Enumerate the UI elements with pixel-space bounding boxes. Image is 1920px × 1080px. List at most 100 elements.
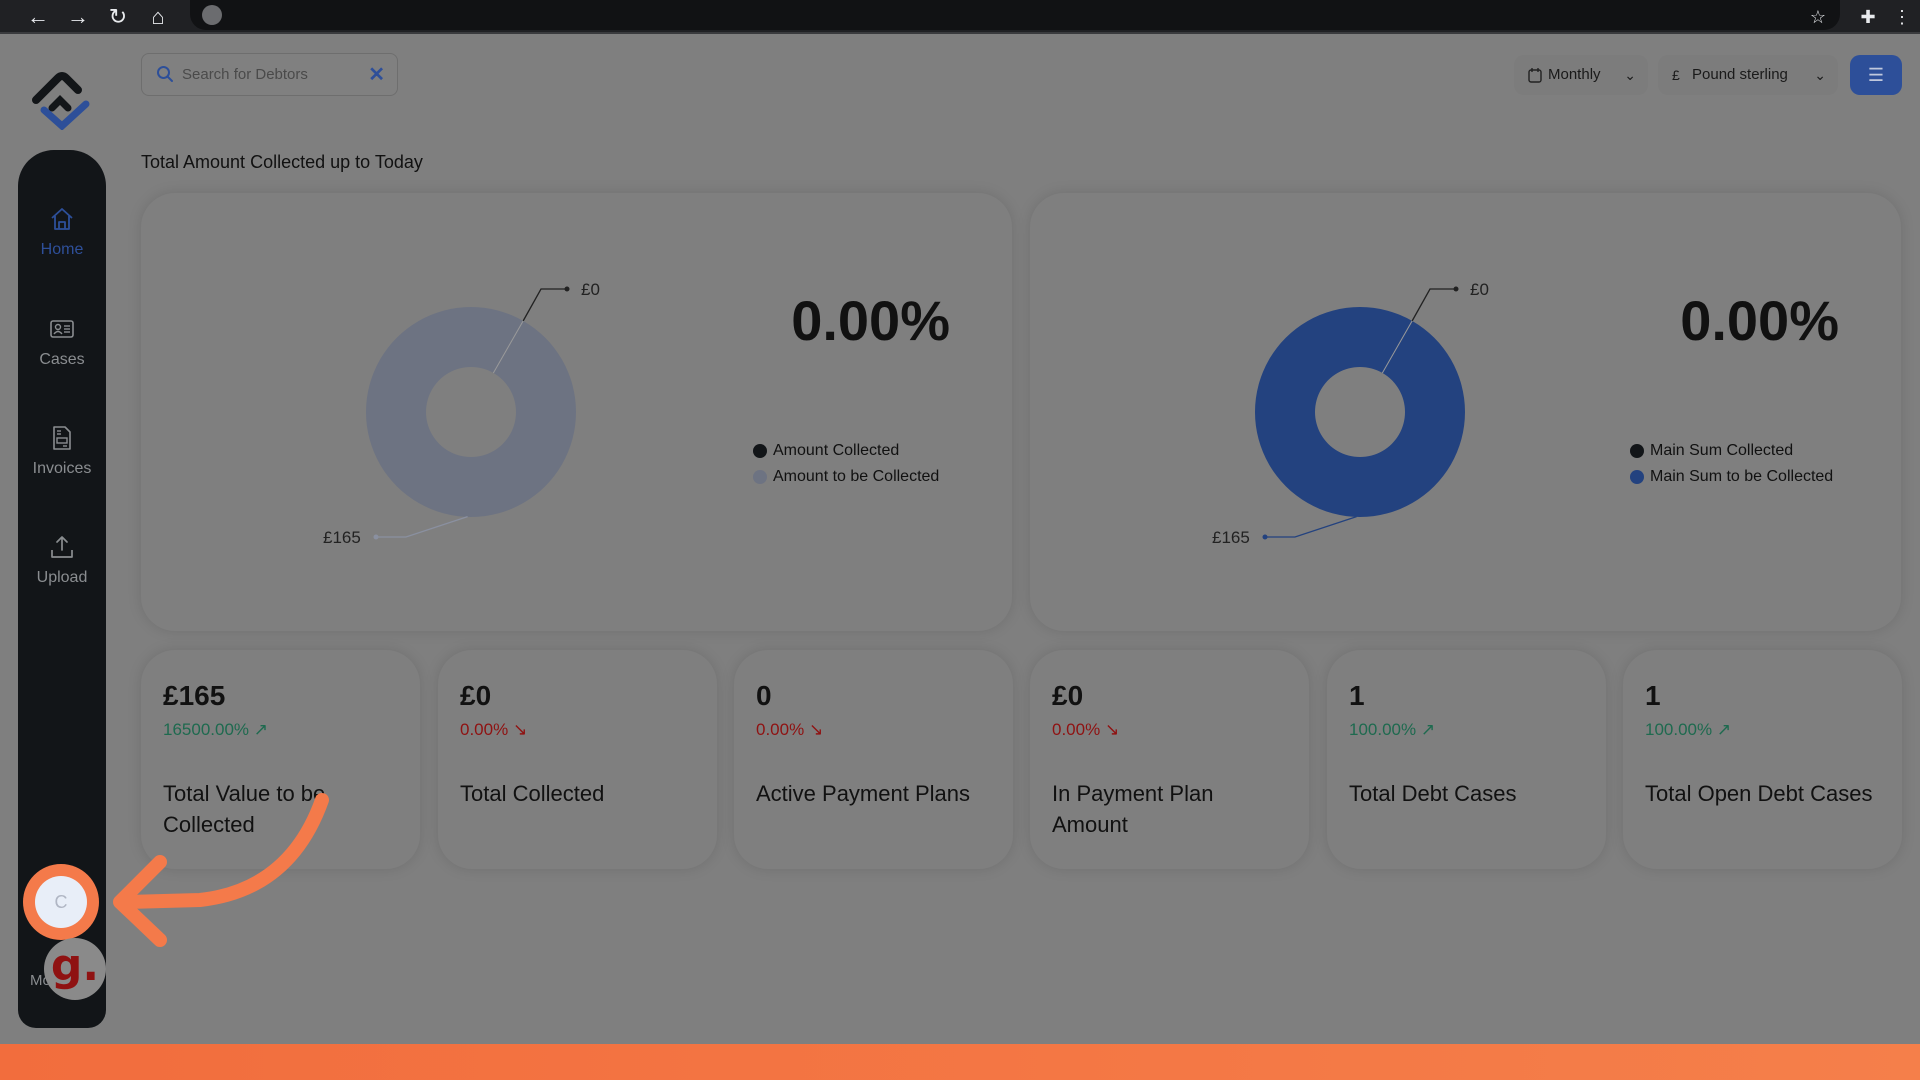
chevron-down-icon: ⌄ (1814, 67, 1826, 83)
address-bar[interactable] (190, 0, 1840, 30)
sidebar-item-home[interactable]: Home (18, 205, 106, 259)
stat-change-value: 0.00% (1052, 720, 1101, 739)
chevron-down-icon: ⌄ (1624, 67, 1636, 83)
period-label: Monthly (1548, 66, 1601, 83)
legend-label: Amount to be Collected (773, 468, 940, 485)
stat-change-value: 0.00% (460, 720, 509, 739)
clear-search-icon[interactable]: ✕ (368, 62, 385, 87)
stat-change-value: 16500.00% (163, 720, 250, 739)
main-sum-chart-card: £0 £165 0.00% Main Sum Collected Main Sum… (1030, 193, 1901, 631)
legend-item[interactable]: Amount Collected (753, 438, 939, 464)
stat-change: 100.00% ↗ (1645, 720, 1731, 740)
filter-icon: ☰ (1867, 65, 1885, 85)
chart-legend: Main Sum Collected Main Sum to be Collec… (1630, 438, 1833, 490)
stat-value: £0 (1052, 680, 1084, 711)
amount-collected-donut-chart: £0 £165 (323, 280, 600, 547)
stat-value: 0 (756, 680, 772, 711)
leader-dot (1262, 534, 1268, 540)
legend-item[interactable]: Main Sum to be Collected (1630, 464, 1833, 490)
bottom-banner (0, 1044, 1920, 1080)
grammarly-badge-icon[interactable]: g. (44, 938, 106, 1000)
search-icon (157, 66, 173, 82)
data-label: £165 (1212, 528, 1250, 547)
home-icon (51, 208, 73, 230)
calendar-icon (1528, 68, 1542, 83)
leader-line (1265, 516, 1357, 538)
stat-card-total-collected[interactable]: £0 0.00% ↘ Total Collected (438, 650, 717, 869)
stat-value: £165 (163, 680, 226, 711)
data-label: £165 (323, 528, 361, 547)
forward-icon[interactable]: → (64, 3, 92, 31)
browser-menu-icon[interactable]: ⋮ (1888, 3, 1916, 31)
user-avatar[interactable]: C (35, 876, 87, 928)
search-placeholder: Search for Debtors (182, 66, 308, 83)
data-label: £0 (581, 280, 600, 299)
legend-label: Main Sum to be Collected (1650, 468, 1834, 485)
stat-label: Active Payment Plans (756, 781, 970, 806)
currency-select[interactable]: £ Pound sterling ⌄ (1658, 55, 1838, 95)
sidebar-item-cases[interactable]: Cases (18, 315, 106, 369)
legend-item[interactable]: Amount to be Collected (753, 464, 939, 490)
reload-icon[interactable]: ↻ (104, 3, 132, 31)
invoice-icon (53, 426, 71, 450)
legend-dot-icon (1630, 444, 1644, 458)
stat-change: 0.00% ↘ (460, 720, 527, 740)
legend-item[interactable]: Main Sum Collected (1630, 438, 1833, 464)
leader-line (522, 288, 567, 322)
sidebar-item-invoices[interactable]: Invoices (18, 424, 106, 478)
trend-down-icon: ↘ (1104, 720, 1120, 739)
stat-card-payment-plan-amount[interactable]: £0 0.00% ↘ In Payment Plan Amount (1030, 650, 1309, 869)
globe-icon (202, 5, 222, 25)
stat-card-active-payment-plans[interactable]: 0 0.00% ↘ Active Payment Plans (734, 650, 1013, 869)
leader-line (376, 516, 468, 538)
amount-collected-chart-card: £0 £165 0.00% Amount Collected Amount to … (141, 193, 1012, 631)
chart-legend: Amount Collected Amount to be Collected (753, 438, 939, 490)
leader-dot (564, 286, 570, 292)
stat-card-open-debt-cases[interactable]: 1 100.00% ↗ Total Open Debt Cases (1623, 650, 1902, 869)
upload-icon (51, 536, 73, 558)
stat-value: 1 (1645, 680, 1661, 711)
trend-up-icon: ↗ (1420, 720, 1436, 739)
stat-card-total-debt-cases[interactable]: 1 100.00% ↗ Total Debt Cases (1327, 650, 1606, 869)
stat-change: 0.00% ↘ (756, 720, 823, 740)
pound-icon: £ (1672, 67, 1680, 83)
data-label: £0 (1470, 280, 1489, 299)
filter-button[interactable]: ☰ (1850, 55, 1902, 95)
section-title: Total Amount Collected up to Today (141, 152, 423, 172)
stat-value: 1 (1349, 680, 1365, 711)
sidebar-item-label: Invoices (32, 460, 92, 477)
main-sum-percentage: 0.00% (1680, 289, 1839, 352)
trend-up-icon: ↗ (1716, 720, 1732, 739)
browser-toolbar: ← → ↻ ⌂ ☆ ✚ ⋮ (0, 0, 1920, 34)
leader-dot (373, 534, 379, 540)
legend-dot-icon (1630, 470, 1644, 484)
legend-label: Amount Collected (773, 442, 900, 459)
donut-slice (1254, 307, 1465, 517)
currency-label: Pound sterling (1692, 66, 1788, 83)
sidebar-item-upload[interactable]: Upload (18, 533, 106, 587)
main-sum-donut-chart: £0 £165 (1212, 280, 1489, 547)
app-logo-icon[interactable] (28, 70, 96, 130)
trend-down-icon: ↘ (808, 720, 824, 739)
stat-change: 0.00% ↘ (1052, 720, 1119, 740)
donut-slice (365, 307, 576, 517)
stat-label: In Payment Plan Amount (1052, 781, 1214, 837)
legend-label: Main Sum Collected (1650, 442, 1794, 459)
legend-dot-icon (753, 470, 767, 484)
stat-change-value: 100.00% (1645, 720, 1713, 739)
period-select[interactable]: Monthly ⌄ (1514, 55, 1648, 95)
trend-up-icon: ↗ (253, 720, 269, 739)
extensions-icon[interactable]: ✚ (1854, 3, 1882, 31)
legend-dot-icon (753, 444, 767, 458)
back-icon[interactable]: ← (24, 3, 52, 31)
sidebar-item-label: Cases (39, 351, 85, 368)
debtor-search-input[interactable]: Search for Debtors ✕ (141, 53, 398, 96)
collected-percentage: 0.00% (791, 289, 950, 352)
bookmark-icon[interactable]: ☆ (1804, 3, 1832, 31)
stat-change: 100.00% ↗ (1349, 720, 1435, 740)
stat-change-value: 0.00% (756, 720, 805, 739)
home-browser-icon[interactable]: ⌂ (144, 3, 172, 31)
leader-dot (1453, 286, 1459, 292)
stat-label: Total Collected (460, 781, 605, 806)
stat-card-total-value[interactable]: £165 16500.00% ↗ Total Value to be Colle… (141, 650, 420, 869)
